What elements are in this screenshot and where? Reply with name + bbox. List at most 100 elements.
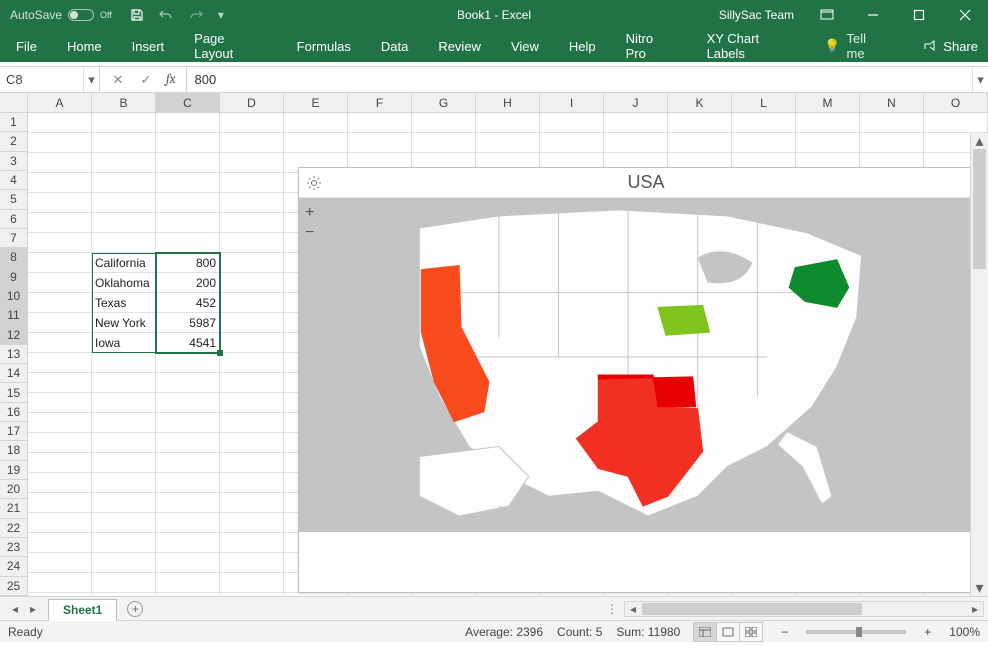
cell-F25[interactable] [348,593,412,596]
cell-A17[interactable] [28,433,92,453]
cell-A11[interactable] [28,313,92,333]
cell-N25[interactable] [860,593,924,596]
fill-handle[interactable] [217,350,223,356]
tab-nav-next-icon[interactable]: ▸ [24,597,42,621]
cell-B11[interactable]: New York [92,313,156,333]
page-break-view-icon[interactable] [739,622,763,642]
zoom-out-button[interactable]: − [777,625,792,639]
zoom-slider[interactable] [806,630,906,634]
tab-page-layout[interactable]: Page Layout [188,30,273,62]
cell-D21[interactable] [220,513,284,533]
cell-C22[interactable] [156,533,220,553]
cell-G2[interactable] [412,133,476,153]
cell-D16[interactable] [220,413,284,433]
zoom-level[interactable]: 100% [949,625,980,639]
cell-D4[interactable] [220,173,284,193]
cell-A16[interactable] [28,413,92,433]
scroll-left-icon[interactable]: ◂ [625,602,641,616]
page-layout-view-icon[interactable] [716,622,740,642]
row-header-4[interactable]: 4 [0,171,28,190]
zoom-in-icon[interactable]: + [305,204,314,222]
row-header-5[interactable]: 5 [0,190,28,209]
cell-L25[interactable] [732,593,796,596]
cell-A21[interactable] [28,513,92,533]
row-header-1[interactable]: 1 [0,113,28,132]
scroll-right-icon[interactable]: ▸ [967,602,983,616]
share-button[interactable]: Share [923,39,978,54]
cell-C25[interactable] [156,593,220,596]
cell-D22[interactable] [220,533,284,553]
cell-I1[interactable] [540,113,604,133]
column-header-D[interactable]: D [220,93,284,112]
cell-L2[interactable] [732,133,796,153]
map-chart-object[interactable]: USA ◂ [298,167,988,593]
tab-xy-chart-labels[interactable]: XY Chart Labels [701,30,807,62]
cell-B23[interactable] [92,553,156,573]
row-header-22[interactable]: 22 [0,519,28,538]
cell-A22[interactable] [28,533,92,553]
cell-B10[interactable]: Texas [92,293,156,313]
name-box-dropdown-icon[interactable]: ▾ [83,67,99,92]
cell-A5[interactable] [28,193,92,213]
cell-C6[interactable] [156,213,220,233]
cell-B19[interactable] [92,473,156,493]
cell-B15[interactable] [92,393,156,413]
cell-C21[interactable] [156,513,220,533]
row-header-10[interactable]: 10 [0,287,28,306]
column-header-C[interactable]: C [156,93,220,112]
ribbon-display-options-icon[interactable] [804,0,850,30]
row-header-23[interactable]: 23 [0,538,28,557]
cell-C8[interactable]: 800 [156,253,220,273]
cell-D23[interactable] [220,553,284,573]
cell-J25[interactable] [604,593,668,596]
cell-B6[interactable] [92,213,156,233]
cell-A14[interactable] [28,373,92,393]
tab-home[interactable]: Home [61,30,108,62]
tab-help[interactable]: Help [563,30,602,62]
hscroll-thumb[interactable] [642,603,862,615]
cell-C9[interactable]: 200 [156,273,220,293]
column-header-G[interactable]: G [412,93,476,112]
cell-A2[interactable] [28,133,92,153]
column-header-E[interactable]: E [284,93,348,112]
cell-B13[interactable] [92,353,156,373]
cell-A12[interactable] [28,333,92,353]
cell-H25[interactable] [476,593,540,596]
cell-E25[interactable] [284,593,348,596]
cell-C24[interactable] [156,573,220,593]
expand-formula-bar-icon[interactable]: ▾ [972,67,988,92]
cell-B18[interactable] [92,453,156,473]
cell-C12[interactable]: 4541 [156,333,220,353]
cell-A24[interactable] [28,573,92,593]
autosave-toggle[interactable]: AutoSave Off [10,8,112,22]
cell-A20[interactable] [28,493,92,513]
cell-J2[interactable] [604,133,668,153]
horizontal-scrollbar[interactable]: ◂ ▸ [624,601,984,617]
row-header-9[interactable]: 9 [0,268,28,287]
cell-M2[interactable] [796,133,860,153]
cell-A1[interactable] [28,113,92,133]
name-box[interactable]: C8 [0,67,83,92]
column-header-N[interactable]: N [860,93,924,112]
column-header-L[interactable]: L [732,93,796,112]
fx-icon[interactable]: fx [160,72,182,87]
cell-G25[interactable] [412,593,476,596]
cell-F2[interactable] [348,133,412,153]
row-header-14[interactable]: 14 [0,364,28,383]
tab-review[interactable]: Review [432,30,487,62]
cell-B21[interactable] [92,513,156,533]
cell-B2[interactable] [92,133,156,153]
cell-M25[interactable] [796,593,860,596]
vertical-scrollbar[interactable]: ▴ ▾ [970,133,988,596]
cell-D6[interactable] [220,213,284,233]
row-header-24[interactable]: 24 [0,557,28,576]
cell-G1[interactable] [412,113,476,133]
cell-A10[interactable] [28,293,92,313]
cell-A23[interactable] [28,553,92,573]
column-header-B[interactable]: B [92,93,156,112]
cell-B8[interactable]: California [92,253,156,273]
cell-A13[interactable] [28,353,92,373]
cell-grid[interactable]: California800Oklahoma200Texas452New York… [28,113,988,596]
redo-icon[interactable] [188,8,204,22]
tab-data[interactable]: Data [375,30,414,62]
